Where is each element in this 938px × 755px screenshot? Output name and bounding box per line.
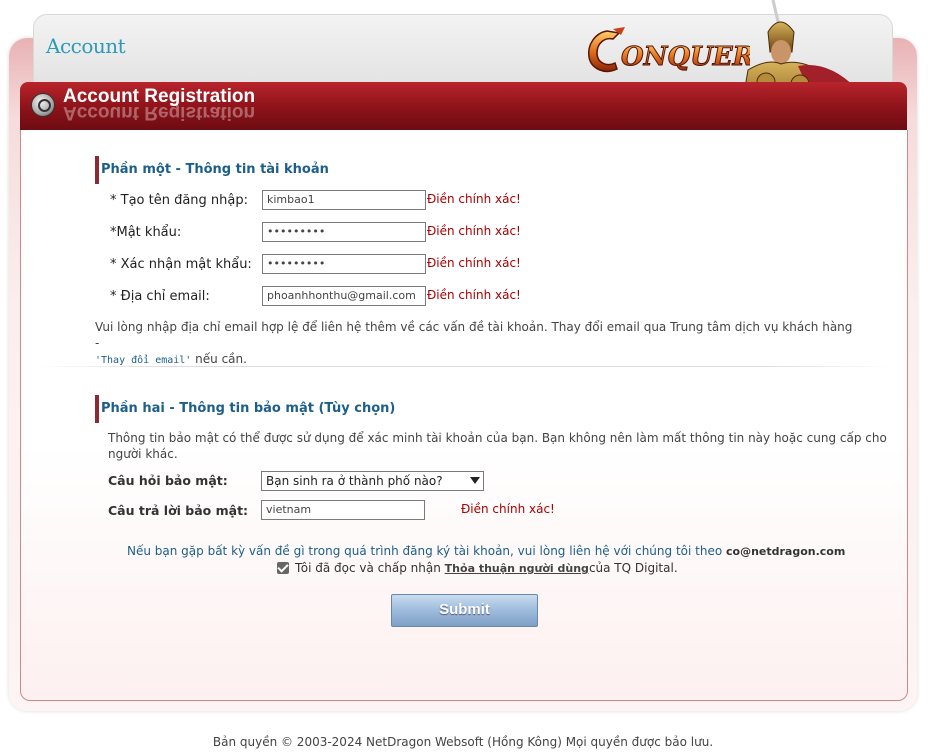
security-answer-label: Câu trả lời bảo mật: xyxy=(108,503,249,518)
copyright-footer: Bản quyền © 2003-2024 NetDragon Websoft … xyxy=(212,735,714,749)
svg-text:ONQUER: ONQUER xyxy=(621,42,750,72)
password-input[interactable]: ••••••••• xyxy=(262,222,426,242)
agreement-prefix: Tôi đã đọc và chấp nhận xyxy=(295,561,441,575)
agreement-checkbox[interactable] xyxy=(277,562,289,574)
email-input[interactable]: phoanhhonthu@gmail.com xyxy=(262,286,426,306)
conquer-logo: ONQUER xyxy=(587,27,750,73)
submit-button[interactable]: Submit xyxy=(391,594,538,627)
page-title: Account xyxy=(46,34,126,58)
security-question-select[interactable]: Bạn sinh ra ở thành phố nào? xyxy=(261,471,484,491)
email-note-suffix: nếu cần. xyxy=(195,352,247,366)
section-one-heading: Phần một - Thông tin tài khoản xyxy=(95,156,329,184)
email-note: Vui lòng nhập địa chỉ email hợp lệ để li… xyxy=(95,319,855,369)
username-label: * Tạo tên đăng nhập: xyxy=(110,193,249,208)
security-question-value: Bạn sinh ra ở thành phố nào? xyxy=(266,474,443,488)
contact-email: co@netdragon.com xyxy=(726,545,846,558)
confirm-password-label: * Xác nhận mật khẩu: xyxy=(110,257,252,272)
password-error: Điền chính xác! xyxy=(427,224,521,238)
security-answer-error: Điền chính xác! xyxy=(461,502,555,516)
banner-badge-icon xyxy=(31,93,55,117)
email-note-text: Vui lòng nhập địa chỉ email hợp lệ để li… xyxy=(95,320,853,350)
security-description: Thông tin bảo mật có thể được sử dụng để… xyxy=(108,431,887,461)
email-label: * Địa chỉ email: xyxy=(110,289,210,304)
agreement-suffix: của TQ Digital. xyxy=(588,561,678,575)
username-input[interactable]: kimbao1 xyxy=(262,190,426,210)
email-error: Điền chính xác! xyxy=(427,288,521,302)
section-divider xyxy=(35,366,895,367)
username-error: Điền chính xác! xyxy=(427,192,521,206)
security-answer-input[interactable]: vietnam xyxy=(261,500,425,520)
banner-title-reflection: Account Registration xyxy=(63,102,256,123)
security-question-label: Câu hỏi bảo mật: xyxy=(108,473,228,488)
confirm-password-error: Điền chính xác! xyxy=(427,256,521,270)
agreement-line: Tôi đã đọc và chấp nhận Thỏa thuận người… xyxy=(277,561,678,575)
contact-line: Nếu bạn gặp bất kỳ vấn đề gì trong quá t… xyxy=(127,544,845,558)
dropdown-arrow-icon xyxy=(470,477,480,484)
section-two-heading: Phần hai - Thông tin bảo mật (Tùy chọn) xyxy=(95,395,395,423)
registration-banner: Account Registration Account Registratio… xyxy=(20,82,907,130)
terms-link[interactable]: Thỏa thuận người dùng xyxy=(445,562,589,575)
change-email-link[interactable]: 'Thay đổi email' xyxy=(95,355,191,366)
confirm-password-input[interactable]: ••••••••• xyxy=(262,254,426,274)
password-label: *Mật khẩu: xyxy=(110,225,182,240)
contact-text: Nếu bạn gặp bất kỳ vấn đề gì trong quá t… xyxy=(127,544,723,558)
